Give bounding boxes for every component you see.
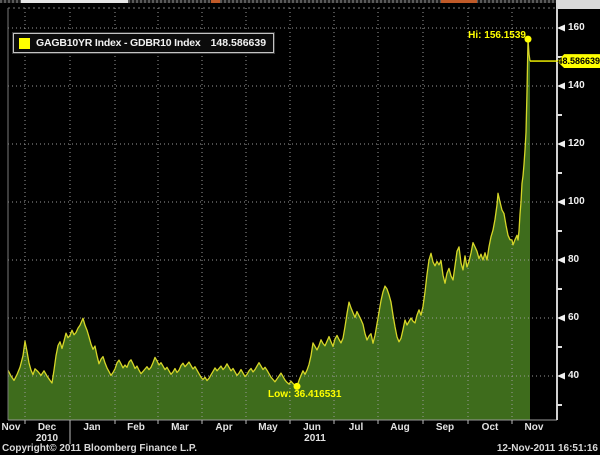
y-major-tick-arrow — [557, 83, 565, 90]
x-axis-month-label: Nov — [2, 423, 21, 433]
series-swatch-icon — [19, 38, 30, 49]
x-axis-year-label: 2011 — [304, 434, 326, 444]
y-major-tick-arrow — [557, 25, 565, 32]
x-axis-month-label: May — [258, 423, 277, 433]
bloomberg-chart-window: GAGB10YR Index - GDBR10 Index 148.586639… — [0, 0, 600, 455]
x-axis-month-label: Jan — [83, 423, 100, 433]
y-axis-tick-label: 160 — [568, 23, 585, 33]
y-axis-tick-label: 80 — [568, 255, 579, 265]
x-axis-month-label: Apr — [215, 423, 232, 433]
x-axis-month-label: Jul — [349, 423, 363, 433]
x-axis-month-label: Feb — [127, 423, 145, 433]
y-axis-tick-label: 120 — [568, 139, 585, 149]
series-legend[interactable]: GAGB10YR Index - GDBR10 Index 148.586639 — [13, 33, 274, 53]
y-major-tick-arrow — [557, 257, 565, 264]
y-axis-tick-label: 60 — [568, 313, 579, 323]
x-axis-month-label: Sep — [436, 423, 454, 433]
x-axis-month-label: Jun — [303, 423, 321, 433]
timestamp: 12-Nov-2011 16:51:16 — [497, 444, 598, 454]
y-major-tick-arrow — [557, 199, 565, 206]
x-axis-month-label: Oct — [482, 423, 499, 433]
y-major-tick-arrow — [557, 373, 565, 380]
low-annotation: Low: 36.416531 — [268, 390, 341, 400]
y-axis-tick-label: 140 — [568, 81, 585, 91]
y-axis-tick-label: 40 — [568, 371, 579, 381]
high-annotation: Hi: 156.1539 — [468, 31, 526, 41]
x-axis-month-label: Aug — [390, 423, 409, 433]
last-price-tag: 148.586639 — [557, 54, 600, 68]
y-axis-tick-label: 100 — [568, 197, 585, 207]
x-axis-month-label: Nov — [525, 423, 544, 433]
price-chart — [0, 0, 600, 455]
copyright-text: Copyright© 2011 Bloomberg Finance L.P. — [2, 444, 197, 454]
x-axis-month-label: Dec — [38, 423, 56, 433]
x-axis-month-label: Mar — [171, 423, 189, 433]
y-major-tick-arrow — [557, 141, 565, 148]
y-major-tick-arrow — [557, 315, 565, 322]
series-last-value: 148.586639 — [211, 37, 266, 49]
series-name: GAGB10YR Index - GDBR10 Index — [36, 37, 201, 49]
area-fill — [8, 39, 530, 420]
